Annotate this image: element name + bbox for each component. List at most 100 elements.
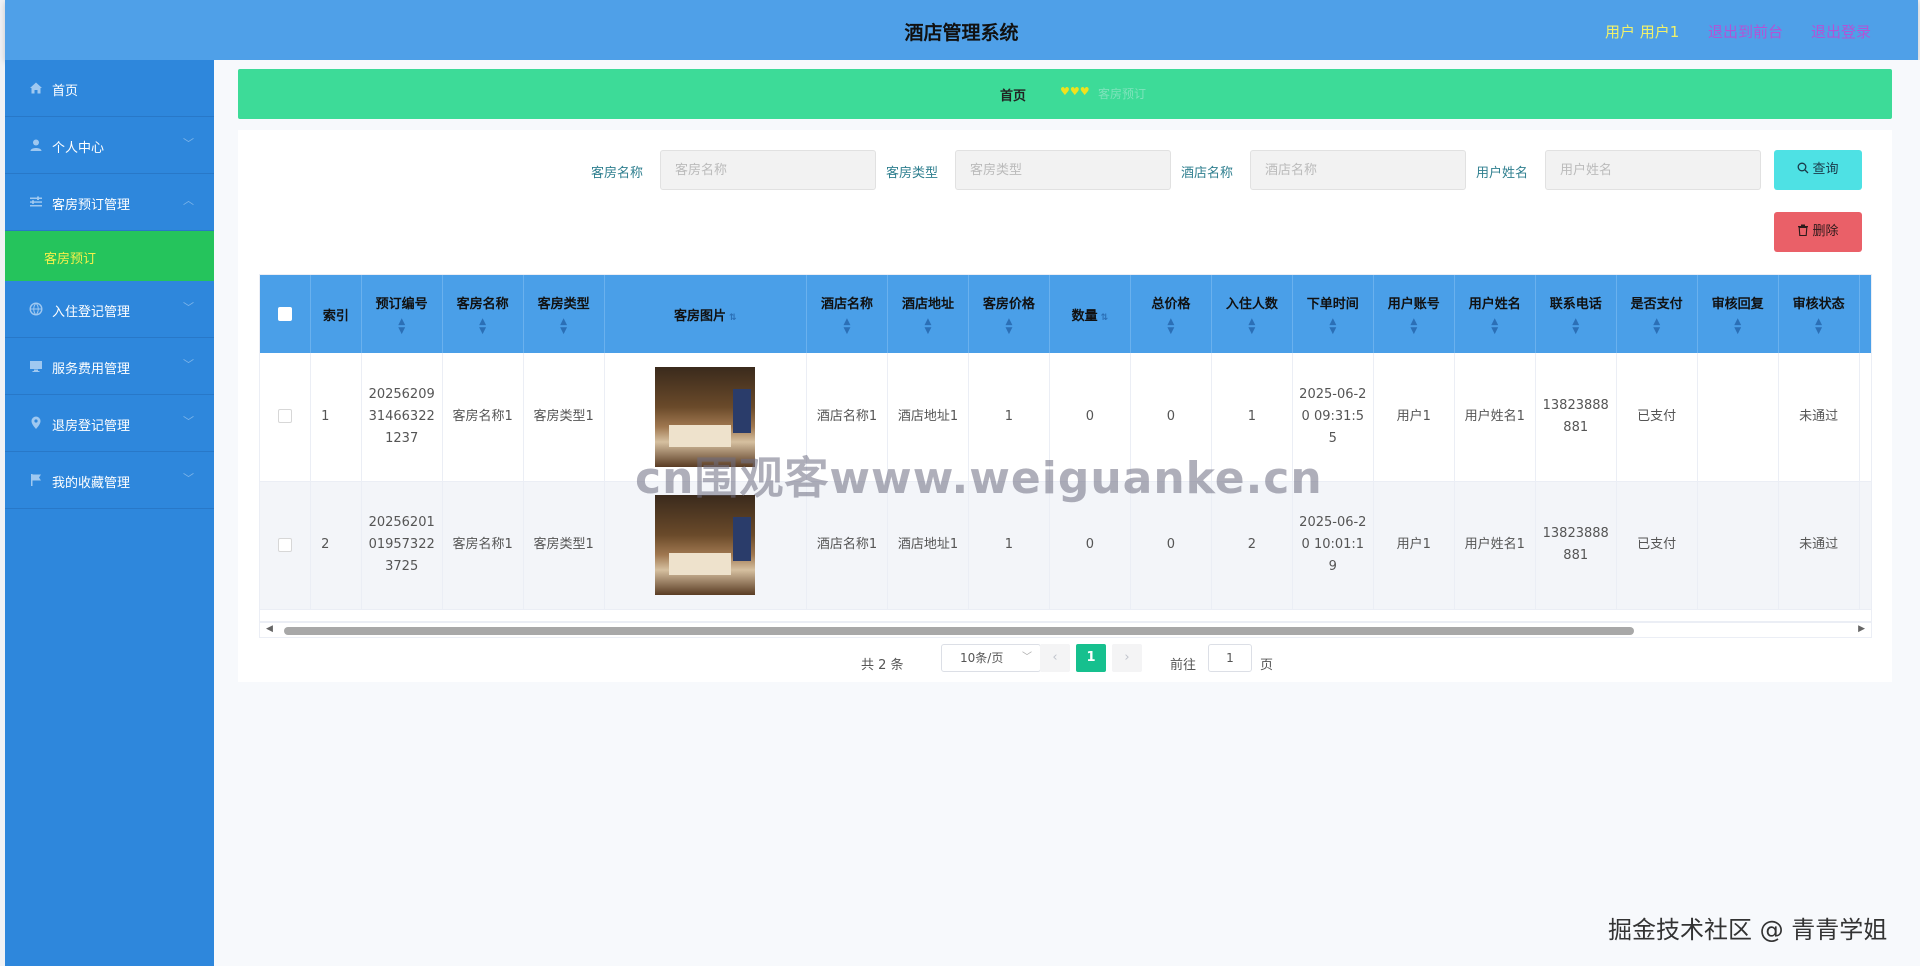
sort-icon[interactable]: ▲ ▼: [526, 317, 602, 336]
sort-icon[interactable]: ▲ ▼: [1781, 317, 1857, 336]
location-icon: [31, 416, 41, 429]
page-size-select[interactable]: 10条/页 ﹀: [941, 644, 1041, 672]
sidebar: 首页 个人中心 ﹀ 客房预订管理 ︿ 客房预订 入住登记管理 ﹀ 服务费用管理 …: [5, 60, 214, 966]
sidebar-item-room-booking[interactable]: 客房预订管理 ︿: [5, 174, 214, 231]
row-select-cell[interactable]: [260, 481, 312, 610]
column-header[interactable]: 用户账号 ▲ ▼: [1373, 275, 1455, 353]
select-all-checkbox[interactable]: [278, 307, 293, 321]
sidebar-item-label: 退房登记管理: [52, 419, 131, 434]
column-header[interactable]: 客房价格 ▲ ▼: [968, 275, 1050, 353]
sidebar-item-label: 服务费用管理: [52, 362, 131, 377]
sort-icon[interactable]: ▲ ▼: [1376, 317, 1452, 336]
sidebar-item-label: 首页: [52, 84, 79, 99]
sort-icon[interactable]: ▲ ▼: [364, 317, 440, 336]
column-header[interactable]: 酒店名称 ▲ ▼: [806, 275, 888, 353]
sort-icon[interactable]: ▲ ▼: [1214, 317, 1290, 336]
breadcrumb-current: 客房预订: [1098, 87, 1147, 101]
sidebar-item-profile[interactable]: 个人中心 ﹀: [5, 117, 214, 174]
sort-icon[interactable]: ▲ ▼: [1457, 317, 1533, 336]
query-button[interactable]: 查询: [1774, 150, 1862, 190]
chevron-up-icon: ︿: [183, 194, 194, 207]
user-icon: [30, 139, 42, 151]
sort-icon[interactable]: ⇅: [729, 313, 737, 323]
scroll-right-icon[interactable]: ▶: [1858, 624, 1865, 634]
room-name-input[interactable]: [660, 150, 876, 190]
pager-total: 共 2 条: [861, 658, 904, 673]
chevron-down-icon: ﹀: [183, 301, 194, 314]
user-name-label: 用户姓名: [1476, 166, 1529, 181]
sort-icon[interactable]: ▲ ▼: [1700, 317, 1776, 336]
next-page-button[interactable]: ›: [1112, 644, 1142, 672]
sort-icon[interactable]: ▲ ▼: [1295, 317, 1371, 336]
sidebar-item-checkout[interactable]: 退房登记管理 ﹀: [5, 395, 214, 452]
sort-icon[interactable]: ⇅: [1101, 313, 1109, 323]
room-type-label: 客房类型: [886, 166, 939, 181]
scroll-left-icon[interactable]: ◀: [266, 624, 273, 634]
sidebar-subitem-label: 客房预订: [44, 252, 97, 267]
chevron-down-icon: ﹀: [183, 137, 194, 150]
room-type-input[interactable]: [955, 150, 1171, 190]
sort-icon[interactable]: ▲ ▼: [1619, 317, 1695, 336]
row-checkbox[interactable]: [278, 537, 293, 552]
prev-page-button[interactable]: ‹: [1040, 644, 1070, 672]
row-select-cell[interactable]: [260, 353, 312, 482]
chevron-down-icon: ﹀: [183, 358, 194, 371]
sidebar-item-service-fee[interactable]: 服务费用管理 ﹀: [5, 338, 214, 395]
sort-icon[interactable]: ▲ ▼: [445, 317, 521, 336]
cell-reply: [1697, 353, 1779, 482]
column-header[interactable]: 联系电话 ▲ ▼: [1535, 275, 1617, 353]
cell-index: 1: [310, 353, 362, 482]
home-icon: [30, 82, 42, 94]
sidebar-item-favorites[interactable]: 我的收藏管理 ﹀: [5, 452, 214, 509]
cell-room-name: 客房名称1: [442, 353, 524, 482]
column-header[interactable]: 总价格 ▲ ▼: [1130, 275, 1212, 353]
page-number-current[interactable]: 1: [1076, 644, 1106, 672]
goto-page-input[interactable]: [1208, 644, 1252, 672]
chevron-down-icon: ﹀: [183, 415, 194, 428]
delete-button[interactable]: 删除: [1774, 212, 1862, 252]
column-header[interactable]: 审核回复 ▲ ▼: [1697, 275, 1779, 353]
column-header[interactable]: 客房类型 ▲ ▼: [523, 275, 605, 353]
sidebar-item-checkin[interactable]: 入住登记管理 ﹀: [5, 281, 214, 338]
cell-room-name: 客房名称1: [442, 481, 524, 610]
sidebar-item-label: 我的收藏管理: [52, 476, 131, 491]
column-header[interactable]: 用户姓名 ▲ ▼: [1454, 275, 1536, 353]
sort-icon[interactable]: ▲ ▼: [809, 317, 885, 336]
hotel-name-label: 酒店名称: [1181, 166, 1234, 181]
row-checkbox[interactable]: [278, 409, 293, 424]
sort-icon[interactable]: ▲ ▼: [890, 317, 966, 336]
select-all-header[interactable]: [260, 275, 312, 353]
breadcrumb-home[interactable]: 首页: [1000, 85, 1026, 104]
column-header[interactable]: 入住人数 ▲ ▼: [1211, 275, 1293, 353]
monitor-icon: [30, 361, 42, 372]
sort-icon[interactable]: ▲ ▼: [1538, 317, 1614, 336]
column-header[interactable]: 审核状态 ▲ ▼: [1778, 275, 1860, 353]
cell-status: 未通过: [1778, 481, 1860, 610]
sidebar-item-home[interactable]: 首页: [5, 60, 214, 117]
column-header[interactable]: 是否支付 ▲ ▼: [1616, 275, 1698, 353]
scrollbar-thumb[interactable]: [284, 627, 1634, 635]
logout-link[interactable]: 退出登录: [1811, 21, 1871, 42]
cell-phone: 13823888881: [1535, 481, 1617, 610]
sort-icon[interactable]: ▲ ▼: [1133, 317, 1209, 336]
column-header[interactable]: 酒店地址 ▲ ▼: [887, 275, 969, 353]
top-header: 酒店管理系统 用户 用户1 退出到前台 退出登录: [5, 0, 1918, 60]
column-header[interactable]: 客房图片 ⇅: [604, 275, 808, 353]
sort-icon[interactable]: ▲ ▼: [971, 317, 1047, 336]
cell-reply: [1697, 481, 1779, 610]
cell-order-no: 20256209314663221237: [361, 353, 443, 482]
sliders-icon: [30, 196, 42, 207]
column-header[interactable]: 下单时间 ▲ ▼: [1292, 275, 1374, 353]
horizontal-scrollbar[interactable]: ◀ ▶: [259, 622, 1872, 638]
room-name-label: 客房名称: [591, 166, 644, 181]
column-header[interactable]: 客房名称 ▲ ▼: [442, 275, 524, 353]
back-to-front-link[interactable]: 退出到前台: [1708, 21, 1783, 42]
trash-icon: [1798, 224, 1809, 237]
room-image[interactable]: [655, 495, 756, 595]
column-header[interactable]: 数量 ⇅: [1049, 275, 1131, 353]
hotel-name-input[interactable]: [1250, 150, 1466, 190]
user-name-input[interactable]: [1545, 150, 1761, 190]
cell-order-no: 20256201019573223725: [361, 481, 443, 610]
column-header[interactable]: 预订编号 ▲ ▼: [361, 275, 443, 353]
sidebar-subitem-room-booking[interactable]: 客房预订: [5, 231, 214, 281]
